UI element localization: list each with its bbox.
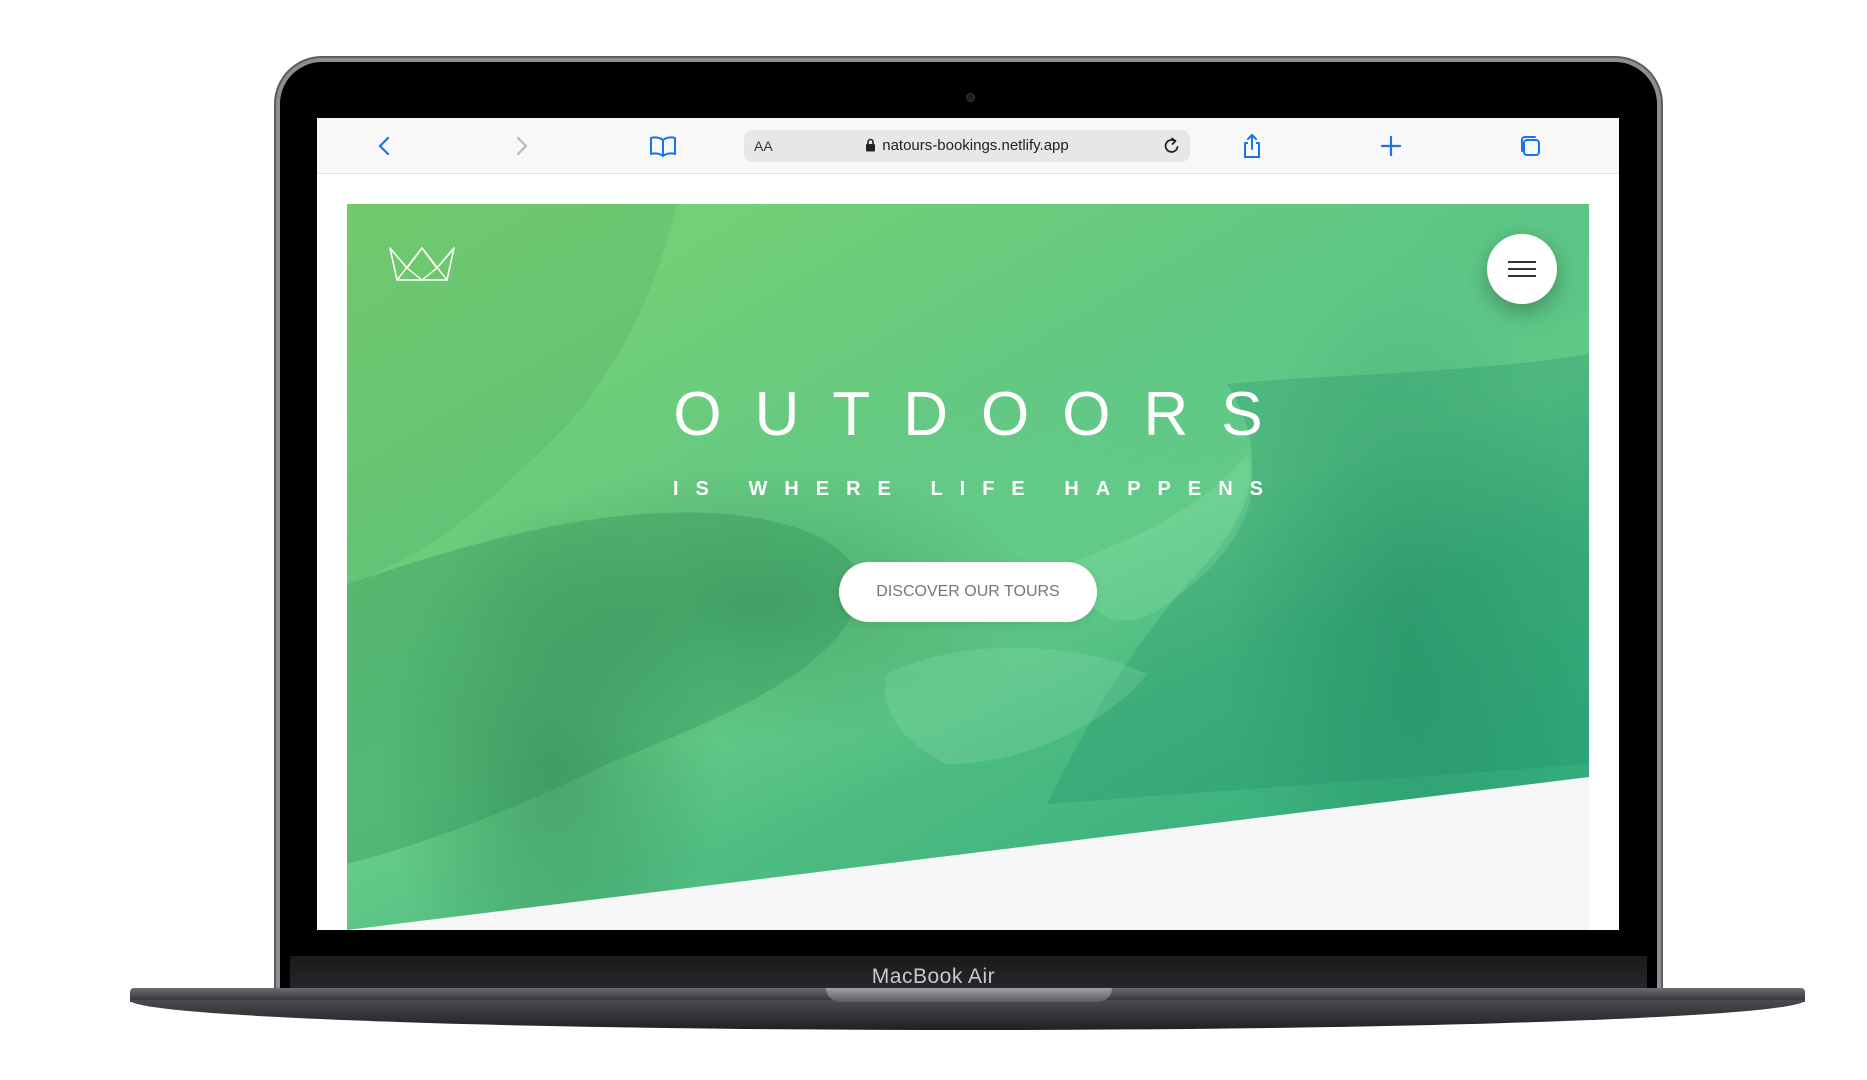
hero-title: OUTDOORS [673, 380, 1296, 449]
book-icon [650, 136, 676, 157]
camera [966, 93, 975, 102]
laptop-base-foot [130, 1000, 1805, 1030]
device-mockup: MacBook Air AA natours-bookings.netlify.… [0, 0, 1867, 1080]
web-page: OUTDOORS IS WHERE LIFE HAPPENS DISCOVER … [317, 174, 1619, 930]
back-button[interactable] [366, 128, 402, 164]
chevron-right-icon [516, 136, 528, 156]
hamburger-icon-line [1508, 275, 1536, 277]
bookmarks-button[interactable] [645, 128, 681, 164]
url-display[interactable]: natours-bookings.netlify.app [744, 130, 1190, 162]
reload-icon [1164, 137, 1179, 153]
lock-icon [866, 138, 876, 152]
new-tab-button[interactable] [1373, 128, 1409, 164]
chevron-left-icon [378, 136, 390, 156]
url-text: natours-bookings.netlify.app [882, 137, 1069, 154]
reload-button[interactable] [1160, 134, 1184, 158]
hamburger-icon [1508, 261, 1536, 263]
address-bar[interactable]: AA natours-bookings.netlify.app [744, 130, 1190, 162]
tabs-icon [1521, 136, 1540, 156]
share-icon [1244, 134, 1260, 158]
hero-subtitle: IS WHERE LIFE HAPPENS [672, 478, 1281, 500]
browser-toolbar: AA natours-bookings.netlify.app [317, 118, 1619, 174]
menu-button[interactable] [1487, 234, 1557, 304]
discover-tours-button[interactable]: DISCOVER OUR TOURS [839, 562, 1097, 622]
page-body: OUTDOORS IS WHERE LIFE HAPPENS DISCOVER … [347, 204, 1589, 930]
crown-logo [389, 246, 455, 281]
laptop-notch [826, 988, 1112, 1002]
plus-icon [1380, 135, 1402, 157]
tabs-overview-button[interactable] [1512, 128, 1548, 164]
hamburger-icon-line [1508, 268, 1536, 270]
browser-window: AA natours-bookings.netlify.app OUTDOORS… [317, 118, 1619, 930]
share-button[interactable] [1234, 128, 1270, 164]
forward-button[interactable] [504, 128, 540, 164]
hero-header: OUTDOORS IS WHERE LIFE HAPPENS DISCOVER … [347, 204, 1589, 930]
